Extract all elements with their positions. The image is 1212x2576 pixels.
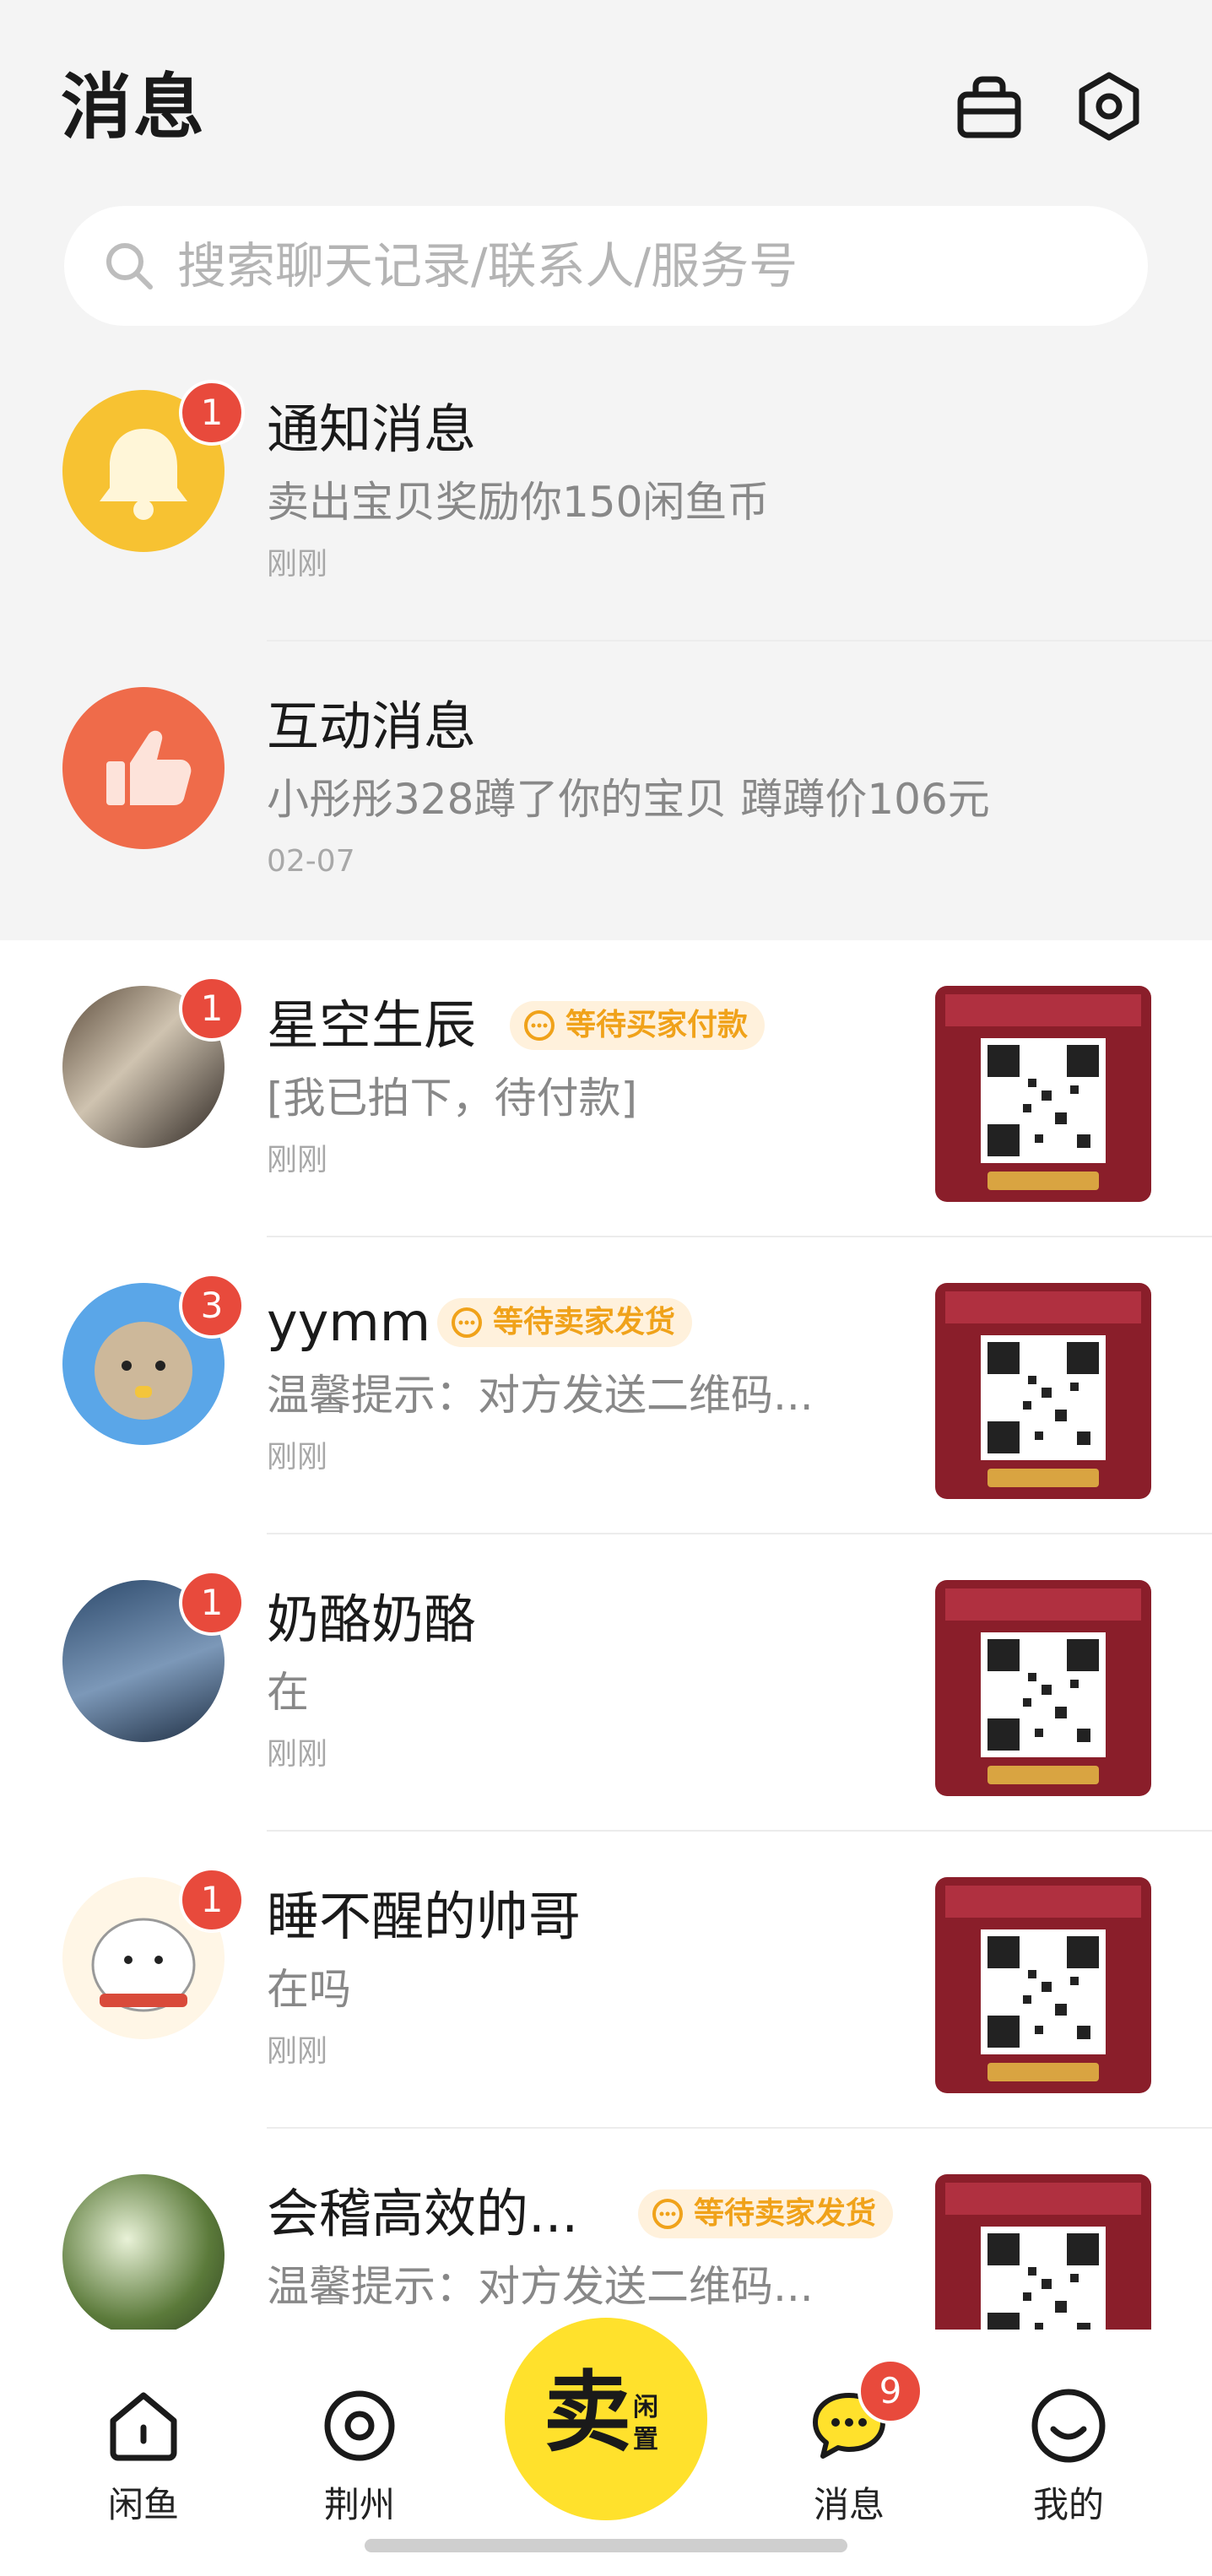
chat-name: 奶酪奶酪 [267,1588,477,1650]
item-message: 卖出宝贝奖励你150闲鱼币 [267,478,770,527]
chat-name: 睡不醒的帅哥 [267,1886,582,1947]
chat-message: 在 [267,1668,309,1717]
unread-badge: 1 [179,1570,245,1636]
unread-badge: 1 [179,976,245,1042]
home-indicator[interactable] [365,2539,847,2552]
tag-label: 等待买家付款 [565,1008,749,1042]
tab-home[interactable]: 闲鱼 [59,2330,228,2525]
item-time: 02-07 [267,844,355,879]
chat-message: 温馨提示：对方发送二维码... [267,1371,814,1420]
chat-name: yymm [267,1291,431,1353]
profile-icon [1031,2389,1106,2463]
chat-message: 温馨提示：对方发送二维码... [267,2262,814,2311]
search-placeholder: 搜索聊天记录/联系人/服务号 [177,237,798,295]
unread-badge: 1 [179,1867,245,1933]
tab-label: 消息 [813,2484,885,2525]
chat-name: 会稽高效的... [267,2183,579,2244]
sell-button[interactable]: 卖 闲置 [505,2318,707,2520]
chat-message: 在吗 [267,1965,351,2014]
chat-time: 刚刚 [267,1737,328,1772]
chat-item[interactable]: 1 睡不醒的帅哥 在吗 刚刚 [0,1832,1212,2129]
tab-profile[interactable]: 我的 [984,2330,1153,2525]
settings-icon[interactable] [1074,71,1144,142]
location-icon [324,2390,395,2461]
search-input[interactable]: 搜索聊天记录/联系人/服务号 [64,206,1148,326]
tab-label: 荆州 [323,2484,395,2525]
chat-item[interactable]: 1 星空生辰 等待买家付款 [我已拍下，待付款] 刚刚 [0,940,1212,1237]
item-title: 互动消息 [267,695,477,757]
unread-badge: 9 [858,2358,923,2424]
tab-location[interactable]: 荆州 [275,2330,444,2525]
order-status-tag: 等待买家付款 [510,1001,766,1050]
tab-label: 我的 [1032,2484,1104,2525]
item-thumbnail[interactable] [935,986,1151,1202]
item-title: 通知消息 [267,398,477,460]
search-icon [106,243,153,290]
avatar [62,2174,225,2336]
more-dots-icon [452,1307,482,1338]
chat-item[interactable]: 3 yymm 等待卖家发货 温馨提示：对方发送二维码... 刚刚 [0,1237,1212,1534]
item-time: 刚刚 [267,547,328,582]
page-title: 消息 [61,66,207,149]
item-thumbnail[interactable] [935,1877,1151,2093]
shop-bag-icon[interactable] [954,71,1025,142]
thumbs-up-icon [62,687,225,849]
chat-time: 刚刚 [267,1440,328,1475]
item-thumbnail[interactable] [935,1580,1151,1796]
order-status-tag: 等待卖家发货 [437,1298,693,1347]
tag-label: 等待卖家发货 [493,1305,676,1339]
item-thumbnail[interactable] [935,1283,1151,1499]
sell-sub-label: 闲置 [633,2393,658,2454]
chat-name: 星空生辰 [267,994,477,1056]
chat-time: 刚刚 [267,1143,328,1177]
item-message: 小彤彤328蹲了你的宝贝 蹲蹲价106元 [267,775,990,824]
unread-badge: 3 [179,1273,245,1339]
tag-label: 等待卖家发货 [694,2196,877,2231]
more-dots-icon [652,2199,683,2229]
tab-label: 闲鱼 [107,2484,179,2525]
chat-time: 刚刚 [267,2034,328,2069]
interaction-messages-item[interactable]: 互动消息 小彤彤328蹲了你的宝贝 蹲蹲价106元 02-07 [0,641,1212,939]
notification-messages-item[interactable]: 1 通知消息 卖出宝贝奖励你150闲鱼币 刚刚 [0,344,1212,641]
home-icon [110,2392,177,2461]
chat-item[interactable]: 1 奶酪奶酪 在 刚刚 [0,1534,1212,1832]
chat-message: [我已拍下，待付款] [267,1074,638,1123]
sell-label: 卖 [544,2361,632,2464]
unread-badge: 1 [179,380,245,446]
more-dots-icon [524,1010,555,1041]
order-status-tag: 等待卖家发货 [638,2189,894,2238]
